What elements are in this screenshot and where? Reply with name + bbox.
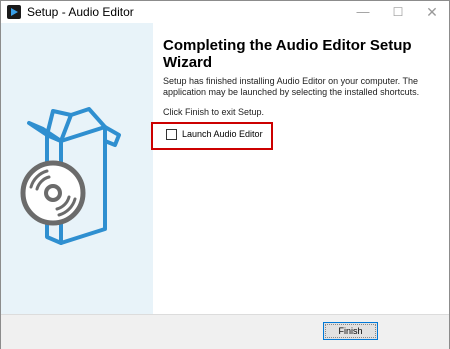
minimize-button[interactable]: — [346, 1, 380, 23]
button-bar: Finish [1, 314, 449, 349]
title-bar[interactable]: Setup - Audio Editor — ☐ ✕ [1, 1, 449, 23]
maximize-button[interactable]: ☐ [381, 1, 415, 23]
finish-button-label: Finish [338, 326, 363, 336]
setup-window: Setup - Audio Editor — ☐ ✕ Completing th… [0, 0, 450, 349]
annotation-highlight-box [151, 122, 273, 150]
wizard-content: Completing the Audio Editor Setup Wizard… [153, 23, 449, 314]
close-button[interactable]: ✕ [415, 1, 449, 23]
wizard-side-panel [1, 23, 153, 314]
finish-button[interactable]: Finish [323, 322, 378, 340]
finish-instruction: Click Finish to exit Setup. [163, 107, 265, 117]
completion-message: Setup has finished installing Audio Edit… [163, 76, 420, 97]
window-title: Setup - Audio Editor [27, 5, 134, 19]
software-box-illustration [20, 107, 121, 245]
app-icon [7, 5, 21, 19]
page-title: Completing the Audio Editor Setup Wizard [163, 37, 412, 71]
disc-icon [20, 160, 86, 226]
